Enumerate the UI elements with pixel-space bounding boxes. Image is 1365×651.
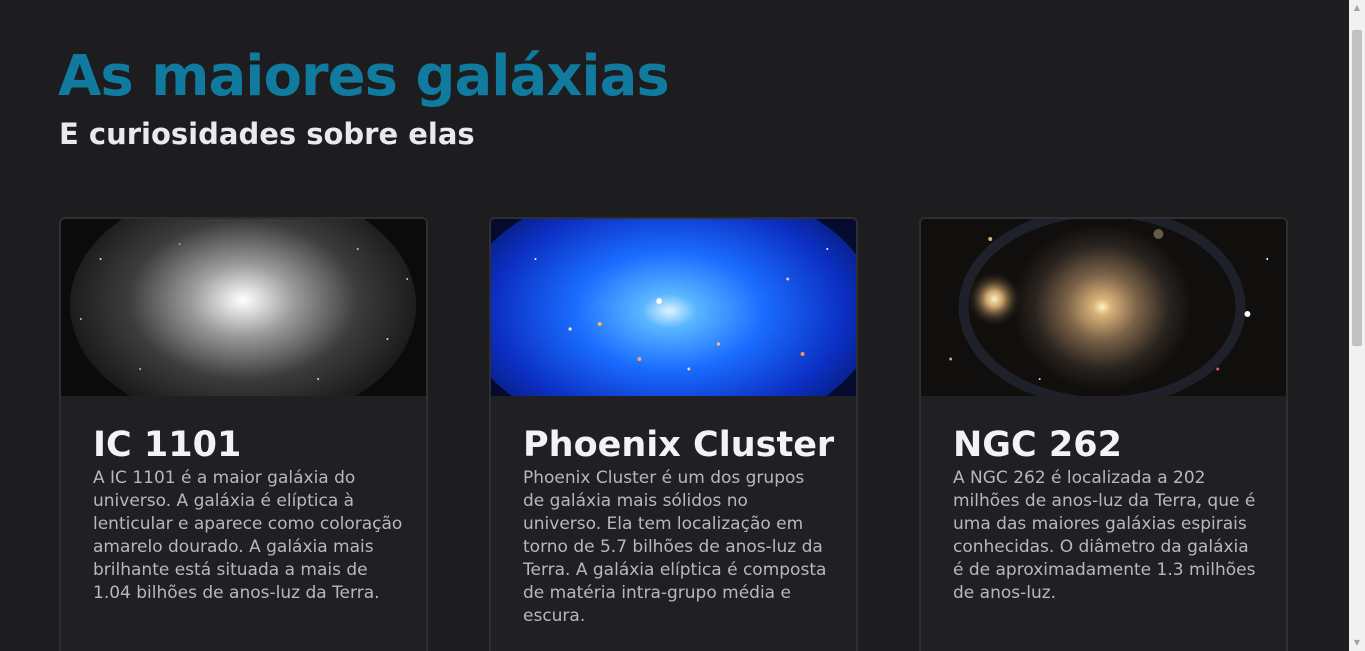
- page: As maiores galáxias E curiosidades sobre…: [0, 0, 1365, 651]
- scrollbar-thumb[interactable]: [1352, 30, 1362, 346]
- triangle-down-icon[interactable]: ▼: [1349, 635, 1365, 651]
- galaxy-card-phoenix-cluster: Phoenix Cluster Phoenix Cluster é um dos…: [489, 217, 858, 651]
- galaxy-card-ngc-262: NGC 262 A NGC 262 é localizada a 202 mil…: [919, 217, 1288, 651]
- galaxy-image-ic-1101: [61, 219, 426, 396]
- triangle-up-icon[interactable]: ▲: [1349, 0, 1365, 16]
- card-title: Phoenix Cluster: [523, 425, 835, 465]
- main-content: As maiores galáxias E curiosidades sobre…: [0, 0, 1349, 651]
- card-description: A NGC 262 é localizada a 202 milhões de …: [953, 468, 1256, 603]
- page-subtitle: E curiosidades sobre elas: [59, 117, 475, 151]
- card-title: IC 1101: [93, 425, 242, 465]
- card-title: NGC 262: [953, 425, 1122, 465]
- card-description: A IC 1101 é a maior galáxia do universo.…: [93, 468, 403, 603]
- galaxy-image-ngc-262: [921, 219, 1286, 396]
- galaxy-image-phoenix-cluster: [491, 219, 856, 396]
- galaxy-card-ic-1101: IC 1101 A IC 1101 é a maior galáxia do u…: [59, 217, 428, 651]
- page-title: As maiores galáxias: [58, 44, 670, 109]
- card-description: Phoenix Cluster é um dos grupos de galáx…: [523, 468, 827, 626]
- vertical-scrollbar[interactable]: ▲ ▼: [1349, 0, 1365, 651]
